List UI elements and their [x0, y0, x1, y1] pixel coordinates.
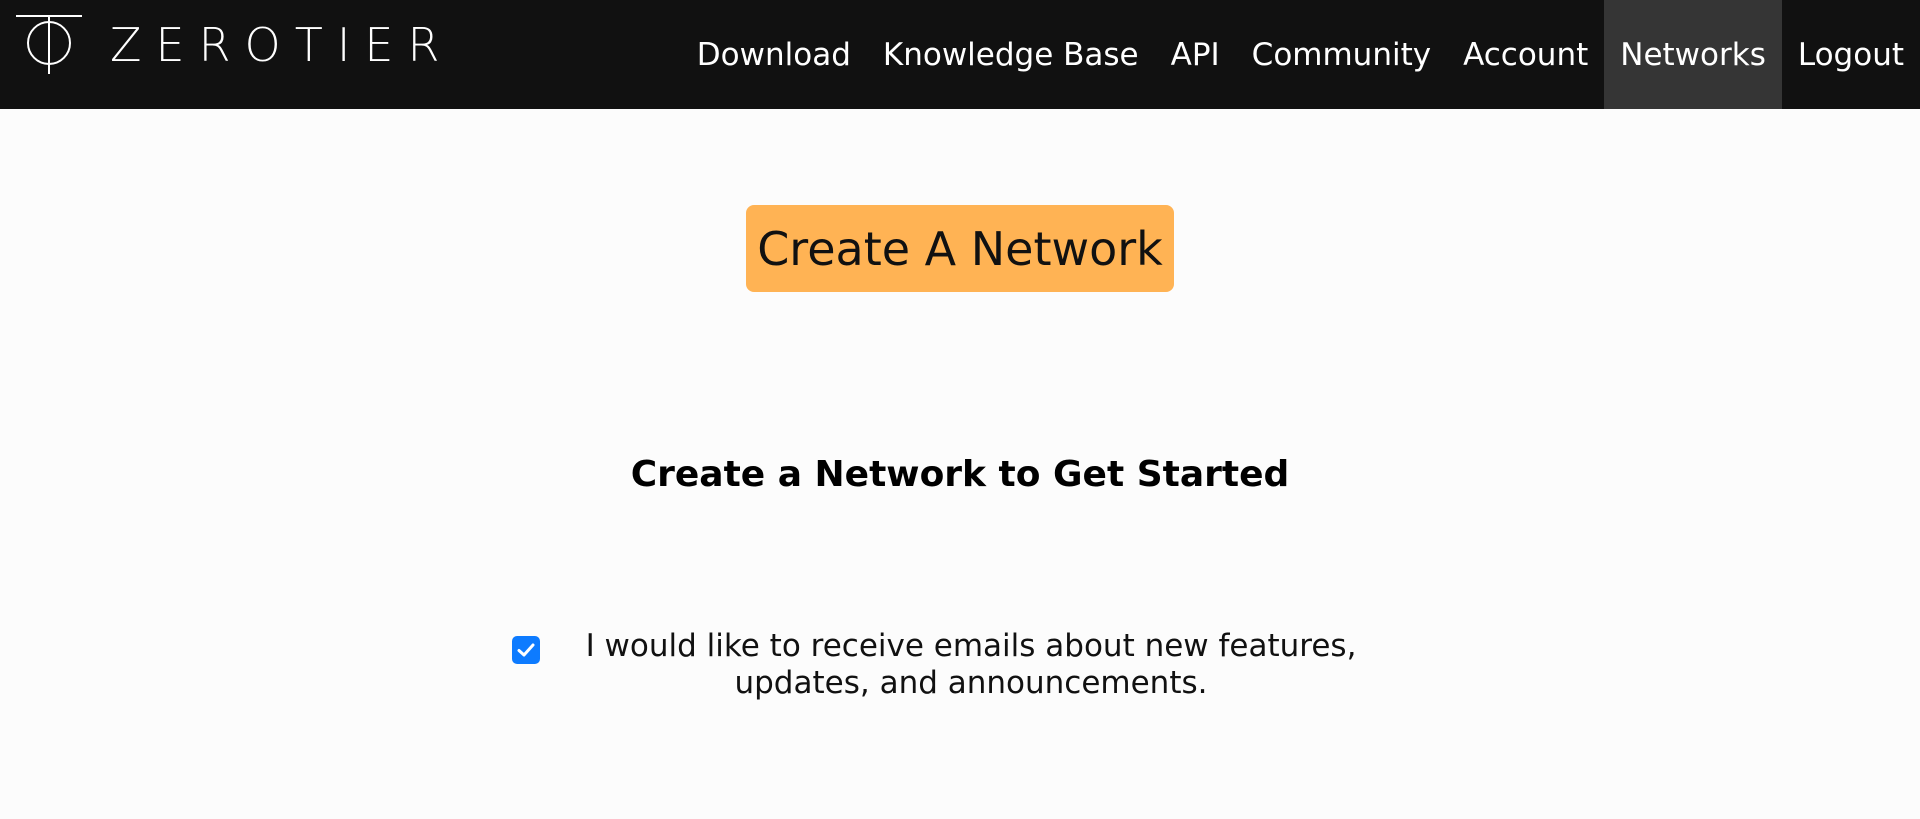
nav-knowledge-base[interactable]: Knowledge Base [867, 0, 1155, 109]
zerotier-logo-icon [16, 15, 82, 74]
nav-networks[interactable]: Networks [1604, 0, 1782, 109]
nav-account[interactable]: Account [1447, 0, 1604, 109]
email-optin-checkbox[interactable] [512, 636, 540, 664]
nav-api[interactable]: API [1155, 0, 1236, 109]
page-heading: Create a Network to Get Started [630, 454, 1290, 495]
nav-download[interactable]: Download [681, 0, 867, 109]
email-optin-label: I would like to receive emails about new… [585, 628, 1357, 701]
create-network-button[interactable]: Create A Network [746, 205, 1174, 292]
zerotier-logo[interactable]: ZEROTIER [16, 14, 453, 76]
email-optin: I would like to receive emails about new… [512, 628, 1412, 702]
nav-logout[interactable]: Logout [1782, 0, 1920, 109]
main-nav: Download Knowledge Base API Community Ac… [681, 0, 1920, 109]
nav-community[interactable]: Community [1236, 0, 1447, 109]
top-navbar: ZEROTIER Download Knowledge Base API Com… [0, 0, 1920, 109]
brand-name: ZEROTIER [110, 18, 454, 72]
checkmark-icon [517, 643, 535, 657]
